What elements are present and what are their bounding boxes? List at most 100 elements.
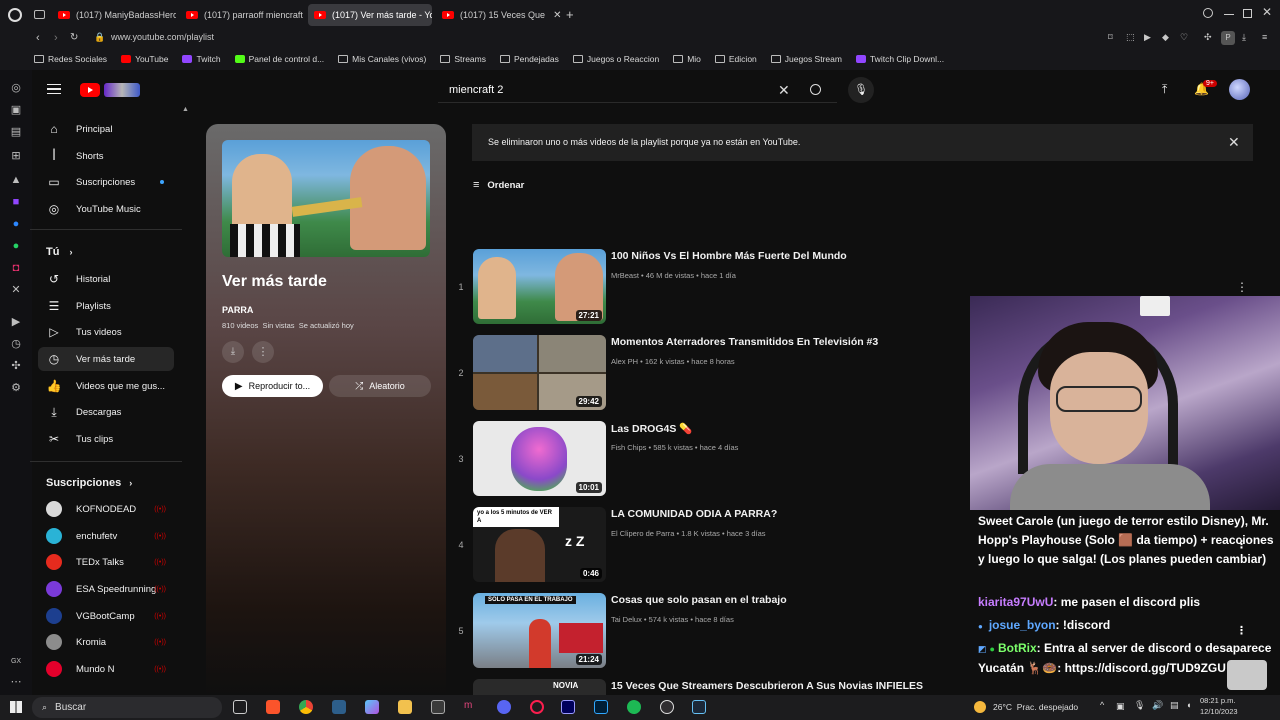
twitch-sidebar-icon[interactable]: ■: [10, 196, 22, 208]
sub-item[interactable]: KOFNODEAD ((•)): [38, 497, 174, 521]
hamburger-menu-icon[interactable]: [47, 84, 61, 94]
bookmark-redes-sociales[interactable]: Redes Sociales: [34, 54, 107, 64]
nav-shorts[interactable]: ꟾ Shorts: [38, 144, 174, 168]
bookmark-juegos-stream[interactable]: Juegos Stream: [770, 54, 842, 64]
tray-app-icon[interactable]: ▣: [1116, 701, 1125, 712]
copilot-icon[interactable]: [365, 700, 379, 714]
sub-item[interactable]: Kromia ((•)): [38, 630, 174, 654]
play-all-button[interactable]: ▶ Reproducir to...: [222, 375, 323, 397]
close-window-icon[interactable]: ✕: [1262, 5, 1272, 19]
bookmark-edicion[interactable]: Edicion: [714, 54, 757, 64]
extensions-sidebar-icon[interactable]: ✣: [10, 360, 22, 372]
dismiss-notice-icon[interactable]: ✕: [1228, 134, 1240, 151]
minimize-icon[interactable]: [1224, 14, 1234, 15]
spotify-icon[interactable]: [627, 700, 641, 714]
snapshot-icon[interactable]: ⬚: [1126, 32, 1135, 43]
video-thumbnail[interactable]: 29:42: [473, 335, 606, 410]
nav-subs-header[interactable]: Suscripciones ›: [46, 477, 132, 489]
sort-button[interactable]: ≡ Ordenar: [473, 179, 524, 191]
tray-audio-icon[interactable]: 🔊: [1152, 700, 1163, 711]
taskbar-search-box[interactable]: ⌕ Buscar: [32, 697, 222, 718]
bookmark-page-icon[interactable]: ⌑: [1108, 32, 1113, 43]
sub-item[interactable]: ESA Speedrunning ((•)): [38, 577, 174, 601]
browser-tab[interactable]: (1017) parraoff miencraft: [180, 4, 304, 26]
media-icon[interactable]: m: [464, 700, 478, 714]
nav-playlists[interactable]: ☰ Playlists: [38, 294, 174, 318]
opera-gx-logo-icon[interactable]: [8, 8, 22, 22]
video-more-options-icon[interactable]: ⋮: [1236, 280, 1248, 294]
vegas-icon[interactable]: [332, 700, 346, 714]
task-view-icon[interactable]: [233, 700, 247, 714]
profile-icon[interactable]: P: [1221, 31, 1235, 45]
x-twitter-icon[interactable]: ✕: [10, 284, 22, 296]
opera-gx-taskbar-icon[interactable]: [530, 700, 544, 714]
clock-date[interactable]: 12/10/2023: [1200, 707, 1238, 716]
avatar[interactable]: [1229, 79, 1250, 100]
browser-tab[interactable]: (1017) ManiyBadassHero: [52, 4, 176, 26]
sub-item[interactable]: TEDx Talks ((•)): [38, 550, 174, 574]
url-field[interactable]: www.youtube.com/playlist: [111, 32, 214, 42]
voice-search-icon[interactable]: 🎙: [848, 77, 874, 103]
close-tab-icon[interactable]: ✕: [553, 10, 561, 21]
playlist-cover-thumbnail[interactable]: [222, 140, 430, 257]
nav-tus-videos[interactable]: ▷ Tus videos: [38, 320, 174, 344]
nav-ver-mas-tarde[interactable]: ◷ Ver más tarde: [38, 347, 174, 371]
clear-search-icon[interactable]: ✕: [778, 82, 790, 99]
video-title[interactable]: Las DROG4S 💊: [611, 422, 692, 435]
gx-store-icon[interactable]: ⊞: [10, 150, 22, 162]
tray-chevron-icon[interactable]: ^: [1100, 700, 1104, 710]
chat-menu-icon[interactable]: ⋮: [1236, 624, 1247, 637]
browser-tab[interactable]: (1017) 15 Veces Que ✕: [436, 4, 562, 26]
youtube-logo[interactable]: [80, 82, 140, 98]
gx-corner-icon[interactable]: ▣: [10, 104, 22, 116]
windows-start-icon[interactable]: [10, 701, 22, 713]
arc-icon[interactable]: ▲: [10, 174, 22, 186]
file-explorer-icon[interactable]: [398, 700, 412, 714]
video-thumbnail[interactable]: yo a los 5 minutos de VER A z Z 0:46: [473, 507, 606, 582]
weather-text[interactable]: 26°C Prac. despejado: [993, 702, 1078, 712]
shuffle-button[interactable]: ⤮ Aleatorio: [329, 375, 431, 397]
browser-menu-icon[interactable]: ≡: [1262, 32, 1267, 42]
chat-username[interactable]: josue_byon: [989, 618, 1056, 632]
puzzle-icon[interactable]: ✣: [1204, 32, 1212, 43]
more-sidebar-icon[interactable]: ⋯: [10, 676, 22, 688]
more-options-icon[interactable]: ⋮: [252, 341, 274, 363]
history-sidebar-icon[interactable]: ◷: [10, 338, 22, 350]
nav-principal[interactable]: ⌂ Principal: [38, 117, 174, 141]
video-thumbnail[interactable]: SOLO PASA EN EL TRABAJO 21:24: [473, 593, 606, 668]
nav-youtube-music[interactable]: ◎ YouTube Music: [38, 197, 174, 221]
bookmark-juegos-reaccion[interactable]: Juegos o Reaccion: [572, 54, 659, 64]
search-tabs-icon[interactable]: [1203, 8, 1213, 18]
bookmark-panel-control[interactable]: Panel de control d...: [234, 54, 324, 64]
steam-icon[interactable]: [692, 700, 706, 714]
download-icon[interactable]: ⤓: [1242, 32, 1246, 43]
sub-item[interactable]: enchufetv ((•)): [38, 524, 174, 548]
download-playlist-icon[interactable]: ⤓: [222, 341, 244, 363]
forward-icon[interactable]: ›: [54, 32, 58, 44]
bookmark-mis-canales[interactable]: Mis Canales (vivos): [338, 54, 426, 64]
video-thumbnail[interactable]: 10:01: [473, 421, 606, 496]
photoshop-icon[interactable]: [594, 700, 608, 714]
tray-mic-icon[interactable]: 🎙: [1134, 700, 1145, 711]
nav-tus-clips[interactable]: ✂ Tus clips: [38, 427, 174, 451]
instagram-icon[interactable]: ◘: [10, 262, 22, 274]
settings-sidebar-icon[interactable]: ⚙: [10, 382, 22, 394]
bookmark-youtube[interactable]: YouTube: [121, 54, 168, 64]
video-title[interactable]: Cosas que solo pasan en el trabajo: [611, 594, 787, 606]
bookmark-streams[interactable]: Streams: [440, 54, 486, 64]
browser-tab-active[interactable]: (1017) Ver más tarde - Yo: [308, 4, 432, 26]
video-title[interactable]: Momentos Aterradores Transmitidos En Tel…: [611, 336, 878, 348]
video-title[interactable]: 100 Niños Vs El Hombre Más Fuerte Del Mu…: [611, 250, 847, 262]
nav-you-header[interactable]: Tú ›: [46, 246, 72, 258]
reload-icon[interactable]: ↻: [70, 32, 78, 43]
chat-menu-icon[interactable]: ⋮: [1236, 538, 1247, 551]
nav-descargas[interactable]: ⤓ Descargas: [38, 400, 174, 424]
sub-item[interactable]: VGBootCamp ((•)): [38, 604, 174, 628]
extension-icon[interactable]: ▶: [1144, 32, 1151, 43]
nav-historial[interactable]: ↺ Historial: [38, 267, 174, 291]
nav-suscripciones[interactable]: ▭ Suscripciones: [38, 170, 174, 194]
nav-scroll-up-icon[interactable]: ▲: [182, 106, 189, 113]
brave-icon[interactable]: [266, 700, 280, 714]
player-icon[interactable]: ▶: [10, 316, 22, 328]
chrome-icon[interactable]: [299, 700, 313, 714]
